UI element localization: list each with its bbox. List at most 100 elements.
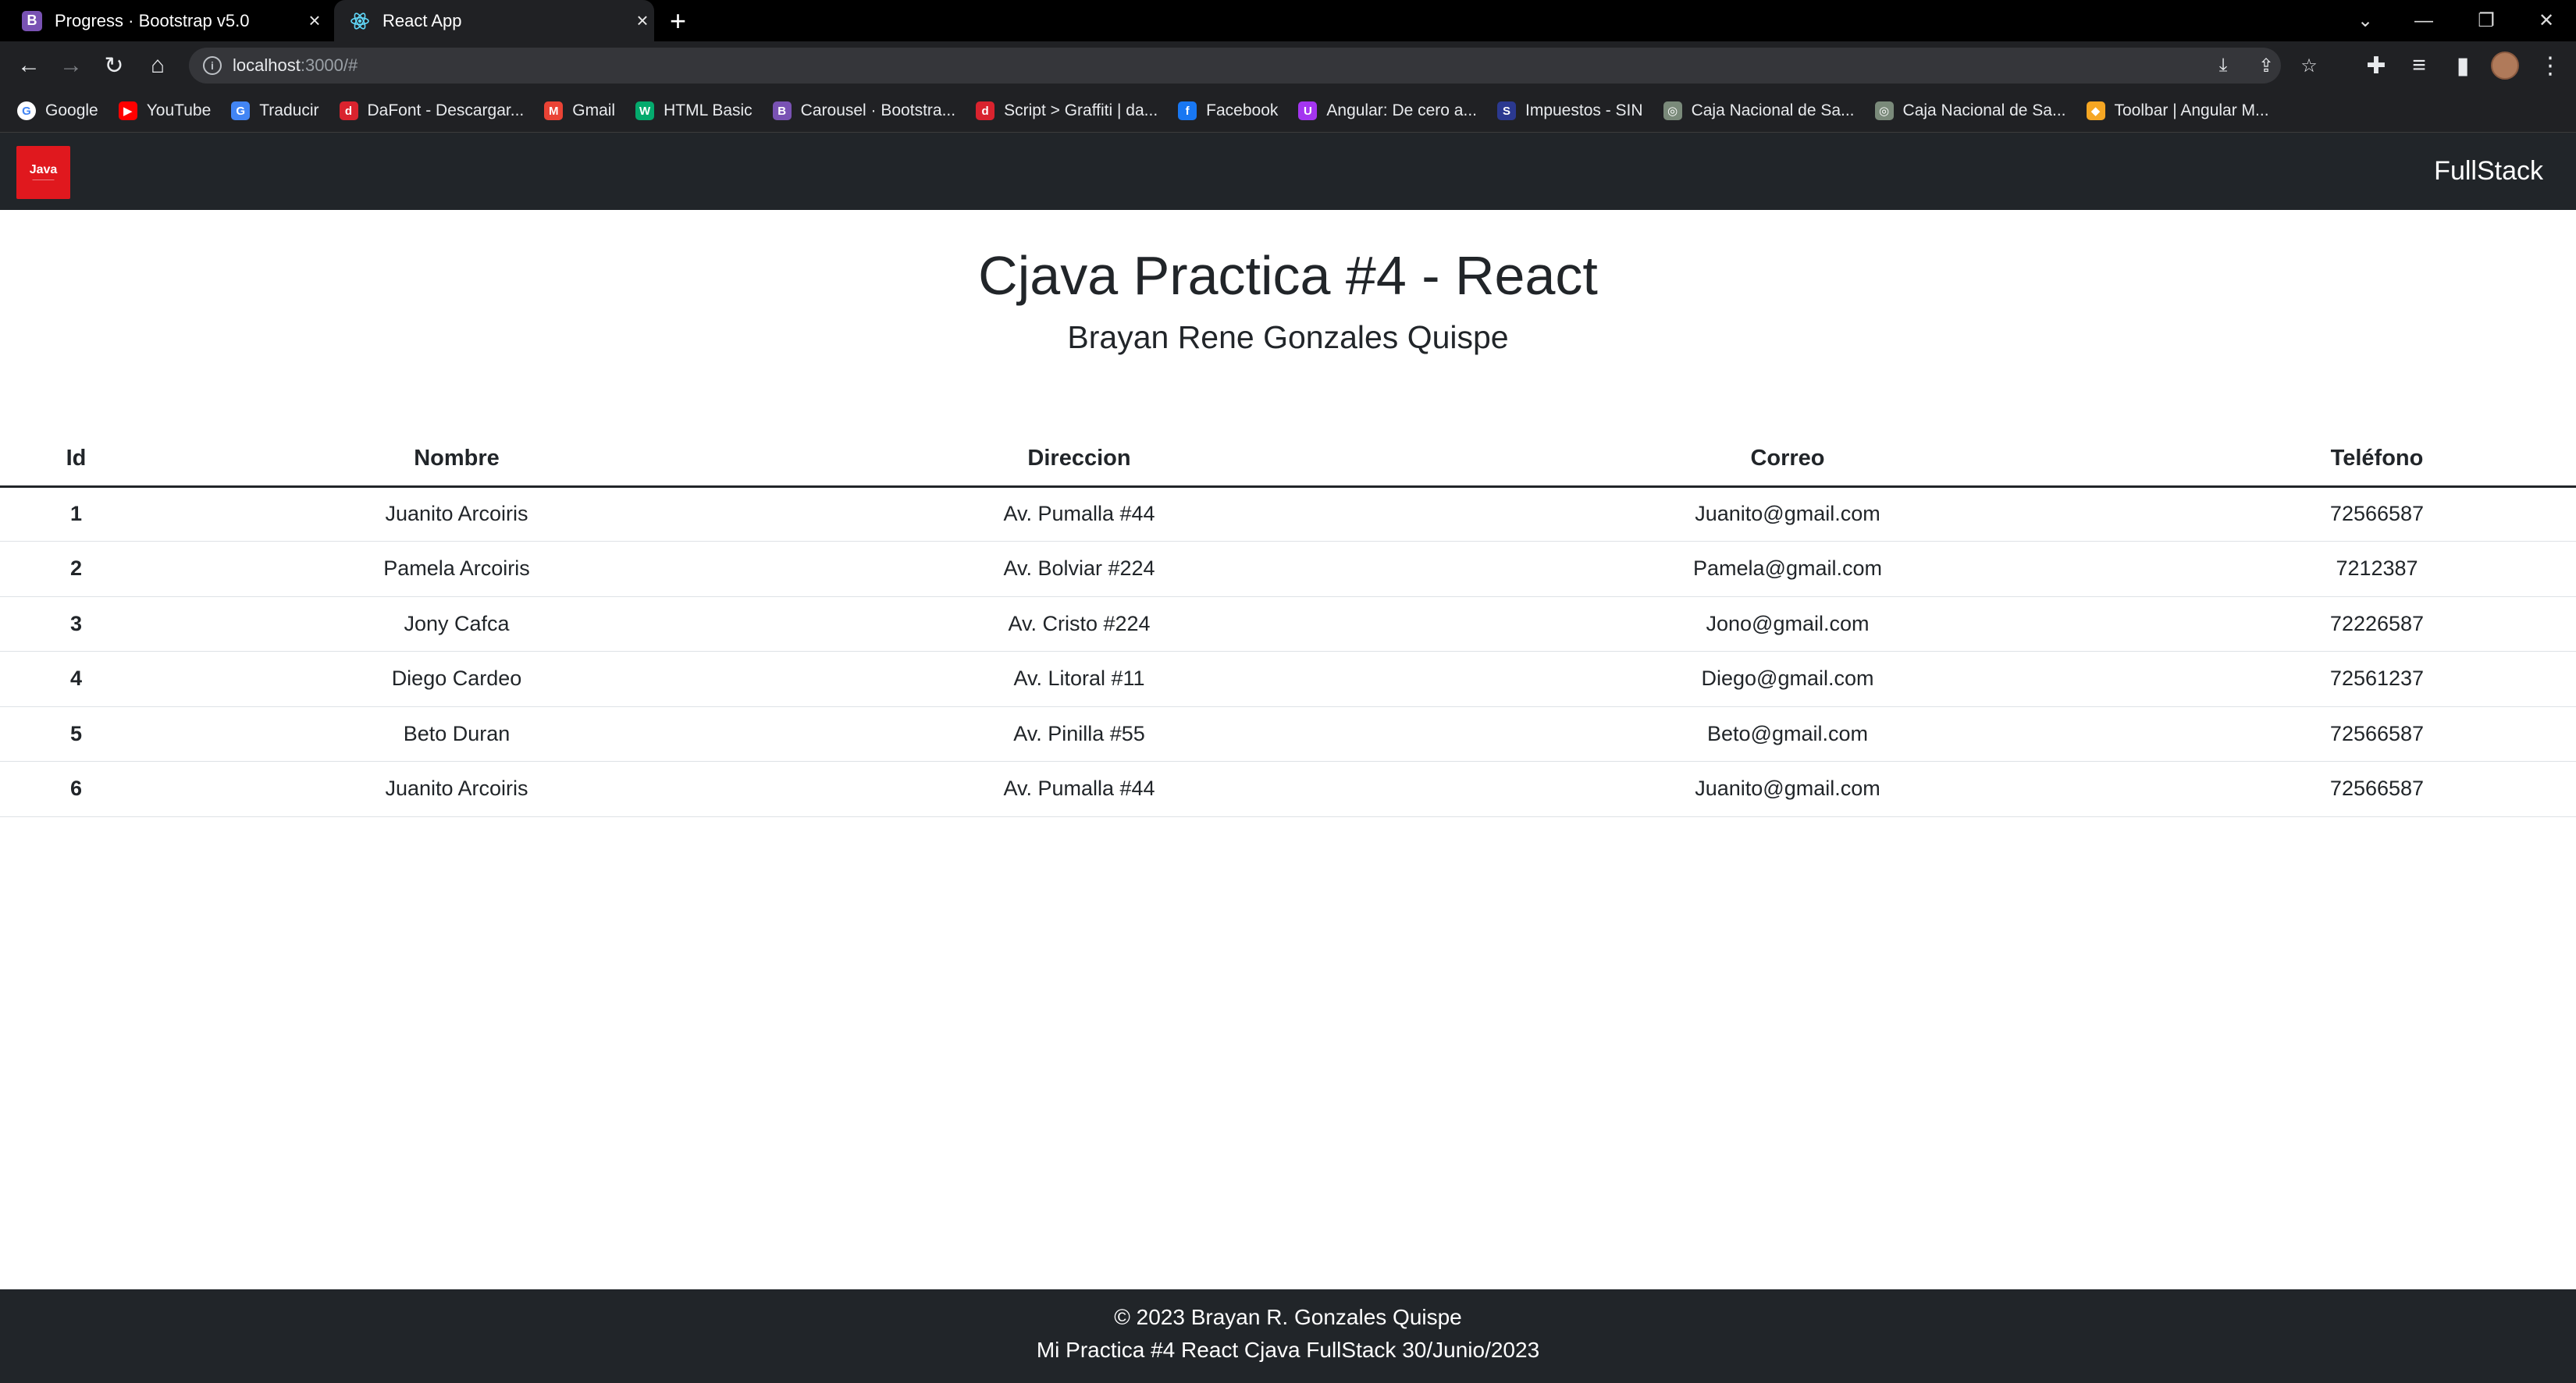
bookmark-item[interactable]: ▶ YouTube	[118, 101, 212, 120]
bookmark-label: Toolbar | Angular M...	[2114, 101, 2269, 119]
tab-react-app[interactable]: React App ×	[334, 0, 654, 41]
bookmark-label: Impuestos - SIN	[1525, 101, 1643, 119]
cell-nombre: Pamela Arcoiris	[152, 541, 761, 597]
brand-logo[interactable]: Java ————	[16, 146, 70, 199]
tab-title: Progress · Bootstrap v5.0	[55, 10, 250, 30]
dafont-icon: d	[339, 101, 358, 120]
extensions-icon[interactable]: ✚	[2361, 51, 2391, 80]
bookmark-item[interactable]: G Traducir	[231, 101, 319, 120]
restore-icon[interactable]: ❐	[2463, 0, 2510, 41]
cell-direccion: Av. Pumalla #44	[761, 486, 1397, 542]
table-row: 3 Jony Cafca Av. Cristo #224 Jono@gmail.…	[0, 596, 2576, 652]
cell-correo: Pamela@gmail.com	[1397, 541, 2178, 597]
bookmark-item[interactable]: B Carousel · Bootstra...	[772, 101, 956, 120]
dafont-icon: d	[976, 101, 995, 120]
google-icon: G	[17, 101, 36, 120]
bookmark-item[interactable]: S Impuestos - SIN	[1497, 101, 1643, 120]
cell-direccion: Av. Cristo #224	[761, 596, 1397, 652]
gmail-icon: M	[544, 101, 564, 120]
close-icon[interactable]: ×	[303, 9, 326, 33]
bookmarks-bar: G Google ▶ YouTube G Traducir d DaFont - Descar…	[0, 90, 2576, 133]
table-row: 6 Juanito Arcoiris Av. Pumalla #44 Juani…	[0, 761, 2576, 817]
contacts-table: Id Nombre Direccion Correo Teléfono 1 Ju…	[0, 432, 2576, 817]
tab-search-icon[interactable]: ⌄	[2342, 0, 2389, 41]
cell-correo: Juanito@gmail.com	[1397, 486, 2178, 542]
cell-telefono: 72561237	[2178, 651, 2576, 707]
bookmark-label: YouTube	[146, 101, 212, 119]
page-footer: © 2023 Brayan R. Gonzales Quispe Mi Prac…	[0, 1289, 2576, 1383]
cell-direccion: Av. Litoral #11	[761, 651, 1397, 707]
table-row: 2 Pamela Arcoiris Av. Bolviar #224 Pamel…	[0, 541, 2576, 597]
bookmark-item[interactable]: U Angular: De cero a...	[1298, 101, 1477, 120]
column-header-direccion: Direccion	[761, 432, 1397, 488]
react-icon	[350, 11, 370, 31]
cell-correo: Jono@gmail.com	[1397, 596, 2178, 652]
cns-icon: ◎	[1874, 101, 1894, 120]
column-header-correo: Correo	[1397, 432, 2178, 488]
share-icon[interactable]: ⇪	[2254, 53, 2279, 78]
bookmark-item[interactable]: ◎ Caja Nacional de Sa...	[1874, 101, 2066, 120]
cns-icon: ◎	[1663, 101, 1682, 120]
app-navbar: Java ———— FullStack	[0, 133, 2576, 210]
cell-correo: Diego@gmail.com	[1397, 651, 2178, 707]
bookmark-star-icon[interactable]: ☆	[2297, 53, 2322, 78]
back-icon[interactable]: ←	[14, 51, 44, 80]
home-icon[interactable]: ⌂	[143, 51, 173, 80]
info-icon[interactable]: i	[203, 56, 222, 75]
cell-direccion: Av. Pumalla #44	[761, 761, 1397, 817]
sin-icon: S	[1497, 101, 1516, 120]
tab-title: React App	[382, 10, 462, 30]
bookmark-label: HTML Basic	[664, 101, 753, 119]
bookmark-item[interactable]: ◆ Toolbar | Angular M...	[2086, 101, 2269, 120]
cell-nombre: Beto Duran	[152, 706, 761, 762]
new-tab-icon[interactable]: +	[670, 5, 686, 37]
table-row: 1 Juanito Arcoiris Av. Pumalla #44 Juani…	[0, 486, 2576, 542]
reload-icon[interactable]: ↻	[99, 51, 129, 80]
menu-icon[interactable]: ⋮	[2535, 51, 2565, 80]
bookmark-label: Carousel · Bootstra...	[800, 101, 956, 119]
bookmark-item[interactable]: d DaFont - Descargar...	[339, 101, 524, 120]
bookmark-item[interactable]: f Facebook	[1178, 101, 1278, 120]
footer-note: Mi Practica #4 React Cjava FullStack 30/…	[1036, 1338, 1540, 1362]
page-title: Cjava Practica #4 - React	[978, 245, 1598, 306]
profile-avatar[interactable]	[2491, 52, 2519, 80]
side-panel-icon[interactable]: ▮	[2448, 51, 2478, 80]
bookmark-item[interactable]: d Script > Graffiti | da...	[976, 101, 1158, 120]
cell-nombre: Diego Cardeo	[152, 651, 761, 707]
media-icon[interactable]: ≡	[2404, 51, 2434, 80]
tab-bootstrap[interactable]: B Progress · Bootstrap v5.0 ×	[22, 0, 326, 41]
cell-correo: Juanito@gmail.com	[1397, 761, 2178, 817]
url-text[interactable]: localhost:3000/#	[233, 55, 358, 76]
cell-nombre: Juanito Arcoiris	[152, 761, 761, 817]
cell-id: 5	[0, 706, 152, 762]
bootstrap-icon: B	[772, 101, 792, 120]
bookmark-label: Angular: De cero a...	[1326, 101, 1477, 119]
bookmark-label: Gmail	[572, 101, 616, 119]
close-icon[interactable]: ×	[631, 9, 654, 33]
navbar-brand-link[interactable]: FullStack	[2434, 156, 2543, 187]
bookmark-label: Caja Nacional de Sa...	[1691, 101, 1855, 119]
address-bar[interactable]: i localhost:3000/# ⤓ ⇪ ☆	[189, 48, 2318, 84]
shield-icon: ◆	[2086, 101, 2105, 120]
install-icon[interactable]: ⤓	[2211, 53, 2236, 78]
bookmark-item[interactable]: W HTML Basic	[635, 101, 753, 120]
bookmark-item[interactable]: G Google	[17, 101, 98, 120]
cell-direccion: Av. Bolviar #224	[761, 541, 1397, 597]
browser-tab-strip: B Progress · Bootstrap v5.0 × React App …	[0, 0, 2576, 41]
bookmark-label: Traducir	[259, 101, 319, 119]
cell-telefono: 72566587	[2178, 761, 2576, 817]
forward-icon[interactable]: →	[56, 51, 86, 80]
close-window-icon[interactable]: ✕	[2523, 0, 2570, 41]
bookmark-label: Script > Graffiti | da...	[1004, 101, 1158, 119]
youtube-icon: ▶	[118, 101, 137, 120]
bookmark-item[interactable]: ◎ Caja Nacional de Sa...	[1663, 101, 1855, 120]
page-subtitle: Brayan Rene Gonzales Quispe	[1067, 319, 1509, 355]
table-row: 5 Beto Duran Av. Pinilla #55 Beto@gmail.…	[0, 706, 2576, 762]
bookmark-item[interactable]: M Gmail	[544, 101, 615, 120]
minimize-icon[interactable]: —	[2400, 0, 2447, 41]
footer-copyright: © 2023 Brayan R. Gonzales Quispe	[1114, 1305, 1462, 1329]
cell-id: 1	[0, 486, 152, 542]
cell-telefono: 72226587	[2178, 596, 2576, 652]
table-header-row: Id Nombre Direccion Correo Teléfono	[0, 432, 2576, 488]
translate-icon: G	[231, 101, 251, 120]
